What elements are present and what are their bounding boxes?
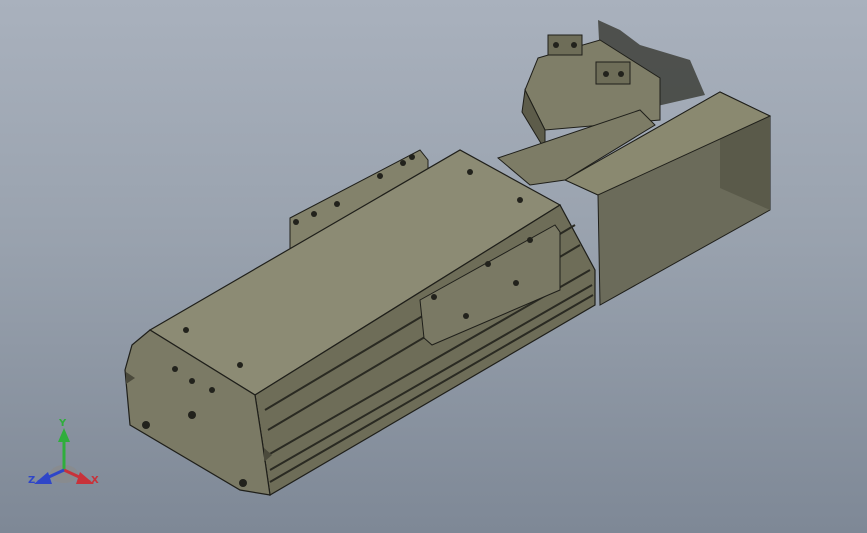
orientation-triad[interactable]: Y X Z <box>24 418 104 498</box>
triad-graphic <box>34 428 94 484</box>
axis-x-label: X <box>91 475 99 486</box>
cad-viewport[interactable]: Y X Z <box>0 0 867 533</box>
linear-actuator-model[interactable] <box>0 0 867 533</box>
axis-y-label: Y <box>59 418 67 429</box>
axis-z-label: Z <box>28 475 36 486</box>
